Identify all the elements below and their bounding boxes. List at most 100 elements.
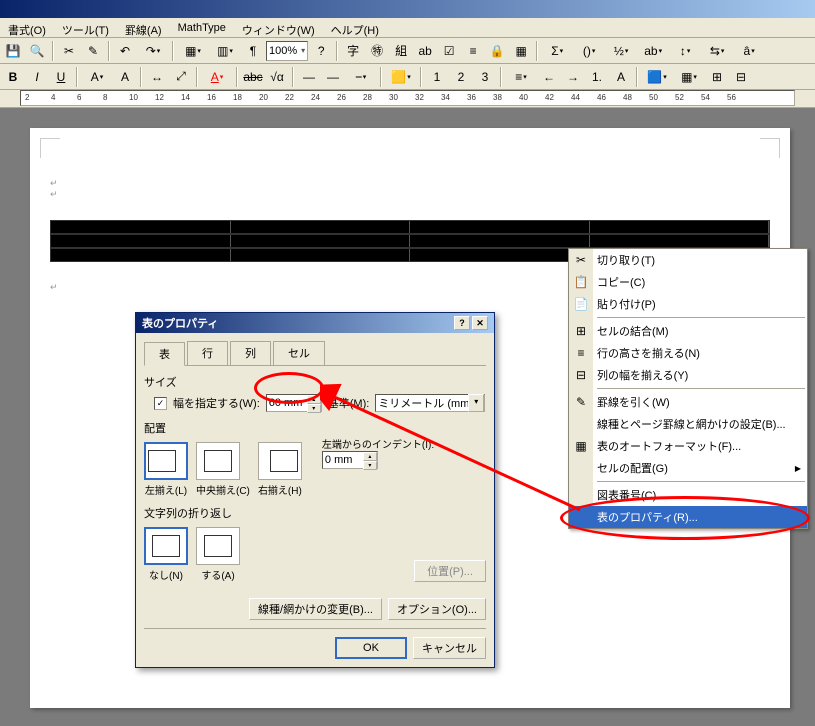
numbering-icon[interactable]: 1. [586, 66, 608, 88]
help-icon[interactable]: ? [310, 40, 332, 62]
width-input[interactable]: 60 mm ▴▾ [266, 394, 322, 412]
enclose-icon[interactable]: ㊕ [366, 40, 388, 62]
wrap-none-option[interactable]: なし(N) [144, 527, 188, 582]
align-center-option[interactable]: 中央揃え(C) [196, 442, 250, 497]
line-grey-icon[interactable]: — [298, 66, 320, 88]
menu-item[interactable]: ✂切り取り(T) [569, 249, 807, 271]
menu-help[interactable]: ヘルプ(H) [327, 20, 383, 35]
char-scale-icon[interactable]: ⤢ [170, 66, 192, 88]
underline-icon[interactable]: U [50, 66, 72, 88]
num1-icon[interactable]: 1 [426, 66, 448, 88]
split-icon[interactable]: ⊟ [730, 66, 752, 88]
menu-mathtype[interactable]: MathType [174, 20, 230, 35]
ab-icon[interactable]: ab [638, 40, 668, 62]
menu-item[interactable]: セルの配置(G) [569, 457, 807, 479]
ruby-icon[interactable]: 字 [342, 40, 364, 62]
ruler-inner[interactable]: 2468101214161820222426283032343638404244… [20, 90, 795, 106]
spinner-up[interactable]: ▴ [363, 452, 377, 461]
fit-width-icon[interactable]: ↔ [146, 66, 168, 88]
options-button[interactable]: オプション(O)... [388, 598, 486, 620]
spinner-up[interactable]: ▴ [307, 395, 321, 404]
menu-item[interactable]: ⊞セルの結合(M) [569, 320, 807, 342]
cols-icon[interactable]: ▥ [210, 40, 240, 62]
menu-item[interactable]: 表のプロパティ(R)... [569, 506, 807, 528]
table-icon[interactable]: ▦ [178, 40, 208, 62]
menu-format[interactable]: 書式(O) [4, 20, 50, 35]
xy-icon[interactable]: ↕ [670, 40, 700, 62]
align-left-option[interactable]: 左揃え(L) [144, 442, 188, 497]
margin-corner-tl [40, 138, 60, 158]
align-right-option[interactable]: 右揃え(H) [258, 442, 302, 497]
table-row[interactable] [50, 234, 770, 248]
combine-icon[interactable]: 組 [390, 40, 412, 62]
basis-combo[interactable]: ミリメートル (mm) [375, 394, 485, 412]
position-button[interactable]: 位置(P)... [414, 560, 486, 582]
menu-item[interactable]: 線種とページ罫線と網かけの設定(B)... [569, 413, 807, 435]
num2-icon[interactable]: 2 [450, 66, 472, 88]
indent-dec-icon[interactable]: ← [538, 66, 560, 88]
feature-a-icon[interactable]: A [610, 66, 632, 88]
menu-item[interactable]: 📋コピー(C) [569, 271, 807, 293]
menu-item[interactable]: 図表番号(C)... [569, 484, 807, 506]
strike-icon[interactable]: abc [242, 66, 264, 88]
italic-icon[interactable]: I [26, 66, 48, 88]
font-size-dec-icon[interactable]: A [82, 66, 112, 88]
table-row[interactable] [50, 220, 770, 234]
menu-window[interactable]: ウィンドウ(W) [238, 20, 319, 35]
line-spacing-icon[interactable]: ≡ [506, 66, 536, 88]
tab-column[interactable]: 列 [230, 341, 271, 365]
line-icon[interactable]: — [322, 66, 344, 88]
dropdown-icon[interactable]: ≡ [462, 40, 484, 62]
form-field-icon[interactable]: ab [414, 40, 436, 62]
bracket-icon[interactable]: () [574, 40, 604, 62]
para-icon[interactable]: ¶ [242, 40, 264, 62]
grid-icon[interactable]: ▦ [510, 40, 532, 62]
line-style-icon[interactable]: ⎯ [346, 66, 376, 88]
tab-cell[interactable]: セル [273, 341, 325, 365]
tab-table[interactable]: 表 [144, 342, 185, 366]
menu-item[interactable]: ≡行の高さを揃える(N) [569, 342, 807, 364]
hat-icon[interactable]: â [734, 40, 764, 62]
width-checkbox[interactable]: ✓ [154, 397, 167, 410]
menu-item-label: 罫線を引く(W) [597, 394, 670, 410]
merge-icon[interactable]: ⊞ [706, 66, 728, 88]
menu-item[interactable]: ✎罫線を引く(W) [569, 391, 807, 413]
menu-border[interactable]: 罫線(A) [121, 20, 166, 35]
save-icon[interactable]: 💾 [2, 40, 24, 62]
menu-item[interactable]: 📄貼り付け(P) [569, 293, 807, 315]
sigma-icon[interactable]: Σ [542, 40, 572, 62]
menu-tools[interactable]: ツール(T) [58, 20, 113, 35]
protect-icon[interactable]: 🔒 [486, 40, 508, 62]
bold-icon[interactable]: B [2, 66, 24, 88]
dialog-close-button[interactable]: ✕ [472, 316, 488, 330]
menu-item[interactable]: ⊟列の幅を揃える(Y) [569, 364, 807, 386]
spinner-down[interactable]: ▾ [363, 461, 377, 470]
zoom-select[interactable]: 100% [266, 41, 308, 61]
cut-icon[interactable]: ✂ [58, 40, 80, 62]
indent-input[interactable]: 0 mm ▴▾ [322, 451, 378, 469]
ok-button[interactable]: OK [335, 637, 407, 659]
tab-row[interactable]: 行 [187, 341, 228, 365]
format-icon[interactable]: ✎ [82, 40, 104, 62]
arrow-eq-icon[interactable]: ⇆ [702, 40, 732, 62]
border-shading-button[interactable]: 線種/網かけの変更(B)... [249, 598, 382, 620]
menu-item[interactable]: ▦表のオートフォーマット(F)... [569, 435, 807, 457]
num3-icon[interactable]: 3 [474, 66, 496, 88]
sqrt-icon[interactable]: √α [266, 66, 288, 88]
frac-icon[interactable]: ½ [606, 40, 636, 62]
checkbox-icon[interactable]: ☑ [438, 40, 460, 62]
font-color-icon[interactable]: A [202, 66, 232, 88]
font-size-inc-icon[interactable]: A [114, 66, 136, 88]
dialog-titlebar[interactable]: 表のプロパティ ? ✕ [136, 313, 494, 333]
indent-inc-icon[interactable]: → [562, 66, 584, 88]
undo-icon[interactable]: ↶ [114, 40, 136, 62]
dialog-help-button[interactable]: ? [454, 316, 470, 330]
spinner-down[interactable]: ▾ [307, 404, 321, 413]
border-icon[interactable]: ▦ [674, 66, 704, 88]
redo-icon[interactable]: ↷ [138, 40, 168, 62]
wrap-around-option[interactable]: する(A) [196, 527, 240, 582]
cancel-button[interactable]: キャンセル [413, 637, 486, 659]
preview-icon[interactable]: 🔍 [26, 40, 48, 62]
bg-color-icon[interactable]: 🟦 [642, 66, 672, 88]
highlight-icon[interactable]: 🟨 [386, 66, 416, 88]
